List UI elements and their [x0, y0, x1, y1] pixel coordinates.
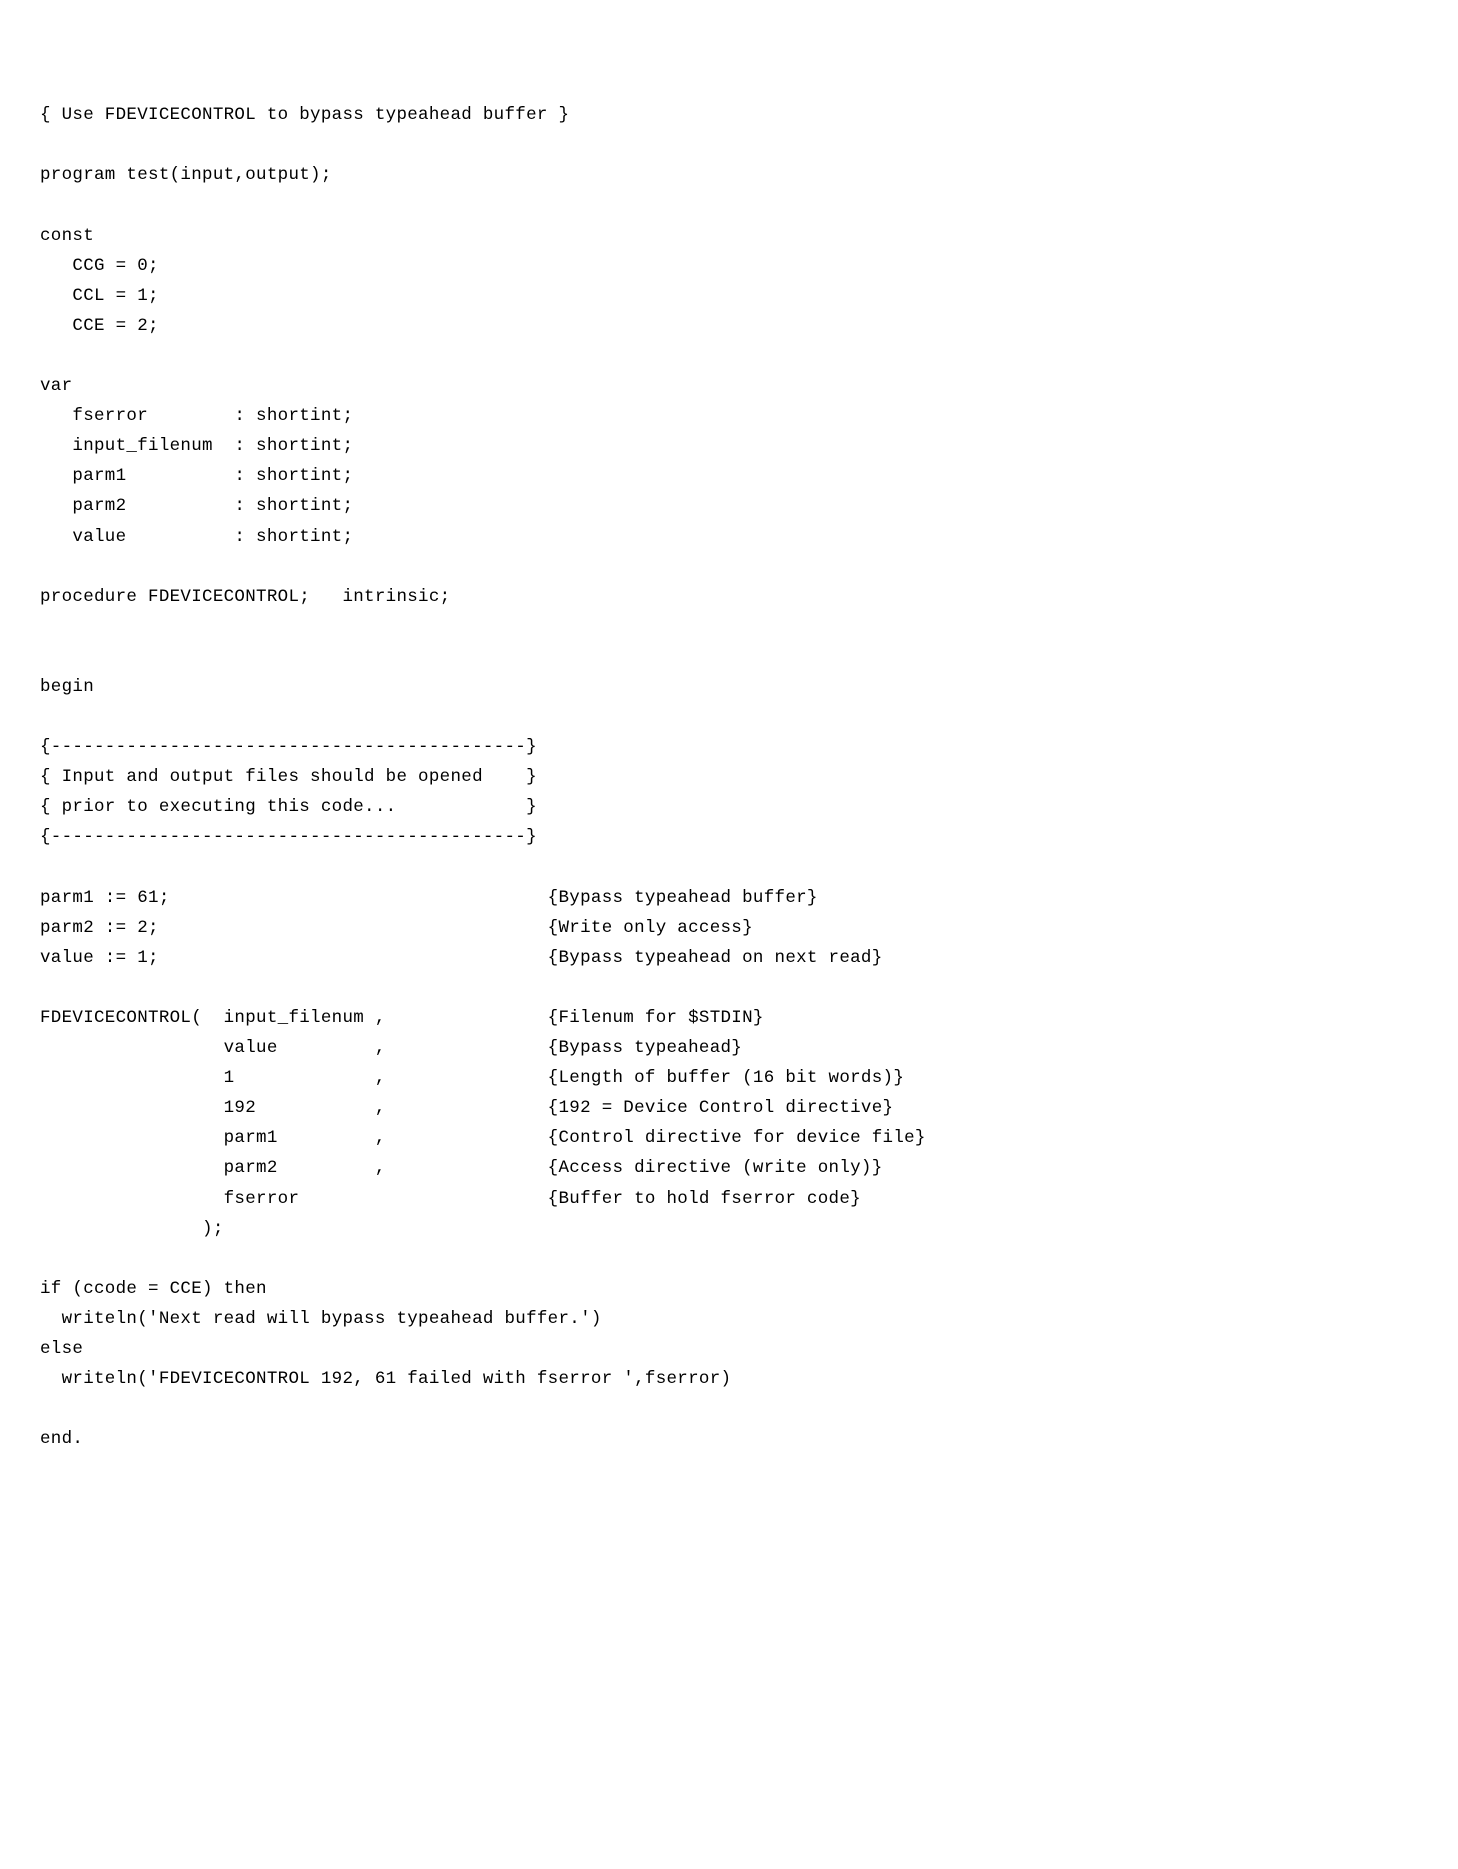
code-line: fserror : shortint;: [40, 406, 353, 426]
code-line: value := 1; {Bypass typeahead on next re…: [40, 948, 883, 968]
code-line: if (ccode = CCE) then: [40, 1279, 267, 1299]
code-line: fserror {Buffer to hold fserror code}: [40, 1189, 861, 1209]
code-line: CCE = 2;: [40, 316, 159, 336]
code-line: FDEVICECONTROL( input_filenum , {Filenum…: [40, 1008, 764, 1028]
code-line: writeln('Next read will bypass typeahead…: [40, 1309, 602, 1329]
code-line: const: [40, 226, 94, 246]
code-line: { Use FDEVICECONTROL to bypass typeahead…: [40, 105, 569, 125]
code-line: input_filenum : shortint;: [40, 436, 353, 456]
code-line: );: [40, 1219, 224, 1239]
code-line: parm1 : shortint;: [40, 466, 353, 486]
code-line: { Input and output files should be opene…: [40, 767, 537, 787]
code-line: parm2 : shortint;: [40, 496, 353, 516]
code-line: 192 , {192 = Device Control directive}: [40, 1098, 893, 1118]
code-line: value : shortint;: [40, 527, 353, 547]
code-line: CCG = 0;: [40, 256, 159, 276]
code-line: begin: [40, 677, 94, 697]
code-line: parm1 , {Control directive for device fi…: [40, 1128, 926, 1148]
code-line: {---------------------------------------…: [40, 737, 537, 757]
code-line: CCL = 1;: [40, 286, 159, 306]
code-line: value , {Bypass typeahead}: [40, 1038, 742, 1058]
code-line: {---------------------------------------…: [40, 827, 537, 847]
code-line: program test(input,output);: [40, 165, 332, 185]
code-line: else: [40, 1339, 83, 1359]
code-line: { prior to executing this code... }: [40, 797, 537, 817]
code-line: parm2 := 2; {Write only access}: [40, 918, 753, 938]
code-line: parm2 , {Access directive (write only)}: [40, 1158, 883, 1178]
code-line: 1 , {Length of buffer (16 bit words)}: [40, 1068, 904, 1088]
code-line: procedure FDEVICECONTROL; intrinsic;: [40, 587, 450, 607]
code-line: var: [40, 376, 72, 396]
code-line: end.: [40, 1429, 83, 1449]
code-line: parm1 := 61; {Bypass typeahead buffer}: [40, 888, 818, 908]
code-line: writeln('FDEVICECONTROL 192, 61 failed w…: [40, 1369, 731, 1389]
